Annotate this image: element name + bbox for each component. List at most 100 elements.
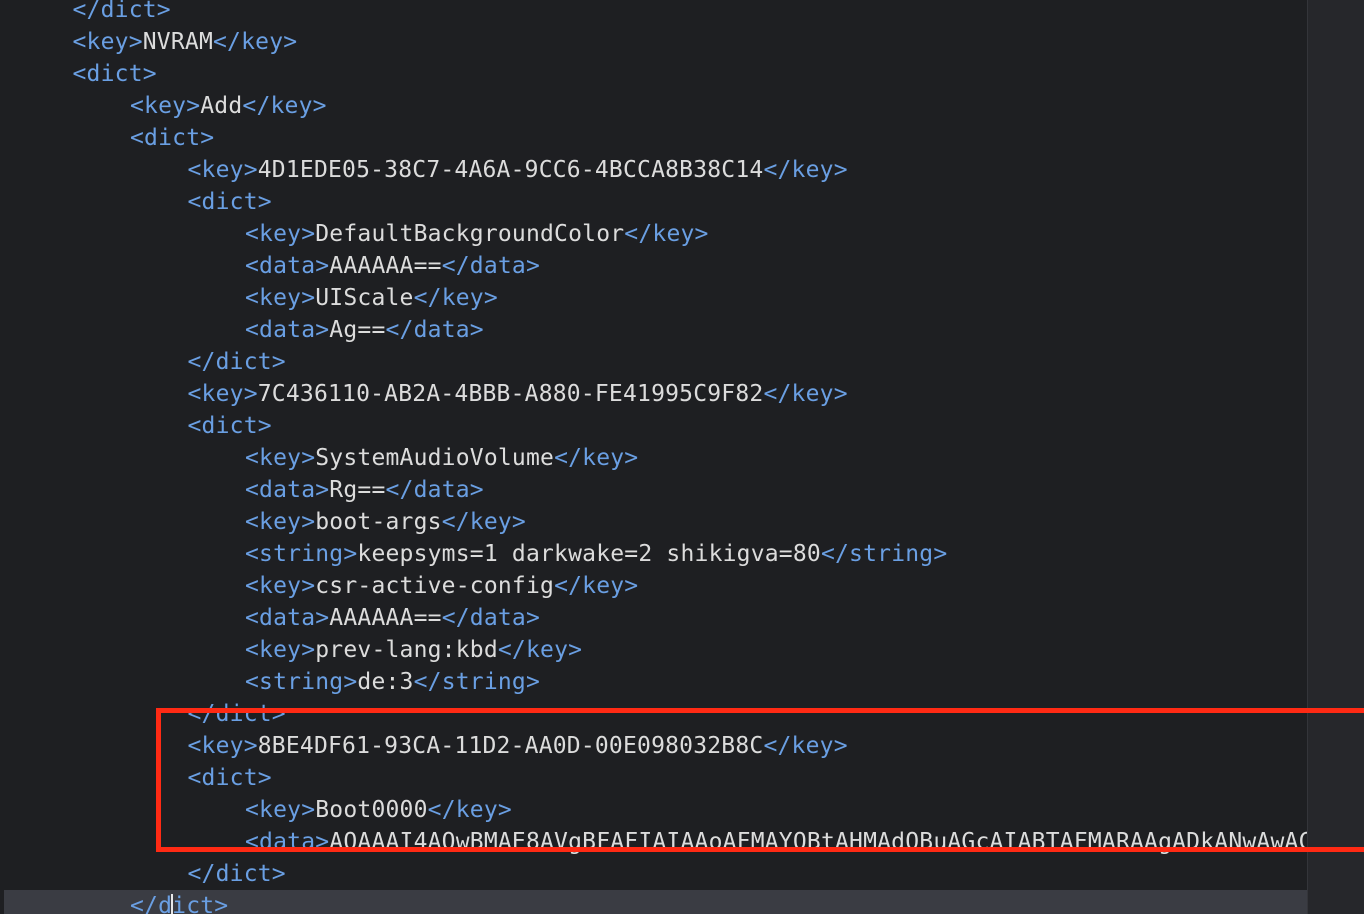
code-line-current[interactable]: </dict> xyxy=(4,890,1360,914)
line-text: <key>Add</key> xyxy=(0,90,327,122)
xml-tag-token: <dict> xyxy=(72,61,157,87)
code-line[interactable]: <key>UIScale</key> xyxy=(0,282,1364,314)
xml-tag-token: <key> xyxy=(130,93,201,119)
xml-value-token: 8BE4DF61-93CA-11D2-AA0D-00E098032B8C xyxy=(257,733,764,759)
xml-tag-token: <key> xyxy=(245,797,316,823)
xml-tag-token: <data> xyxy=(245,253,330,279)
code-line[interactable]: <key>SystemAudioVolume</key> xyxy=(0,442,1364,474)
code-line[interactable]: <data>AQAAAI4AQwBMAE8AVgBFAFIAIAAoAFMAYQ… xyxy=(0,826,1364,858)
line-text: <dict> xyxy=(0,122,214,154)
xml-tag-token: <key> xyxy=(187,381,258,407)
code-line[interactable]: <dict> xyxy=(0,58,1364,90)
code-line[interactable]: </dict> xyxy=(0,0,1364,26)
code-lines[interactable]: </dict> <key>NVRAM</key> <dict> <key>Add</k… xyxy=(0,0,1364,914)
xml-tag-token: <key> xyxy=(245,285,316,311)
xml-tag-token: <data> xyxy=(245,829,330,855)
code-line[interactable]: </dict> xyxy=(0,346,1364,378)
xml-value-token: prev-lang:kbd xyxy=(315,637,498,663)
code-line[interactable]: </dict> xyxy=(0,858,1364,890)
xml-value-token: Boot0000 xyxy=(315,797,428,823)
code-line[interactable]: <key>Add</key> xyxy=(0,90,1364,122)
xml-value-token: Ag== xyxy=(329,317,386,343)
code-line[interactable]: <dict> xyxy=(0,762,1364,794)
code-line[interactable]: <dict> xyxy=(0,122,1364,154)
code-line[interactable]: <key>8BE4DF61-93CA-11D2-AA0D-00E098032B8… xyxy=(0,730,1364,762)
xml-tag-token: </dict> xyxy=(187,349,286,375)
line-text: <dict> xyxy=(0,410,272,442)
xml-value-token: DefaultBackgroundColor xyxy=(315,221,625,247)
code-line[interactable]: <key>4D1EDE05-38C7-4A6A-9CC6-4BCCA8B38C1… xyxy=(0,154,1364,186)
xml-value-token: Rg== xyxy=(329,477,386,503)
xml-tag-token: <string> xyxy=(245,541,358,567)
code-line[interactable]: <data>AAAAAA==</data> xyxy=(0,602,1364,634)
xml-value-token: 4D1EDE05-38C7-4A6A-9CC6-4BCCA8B38C14 xyxy=(257,157,764,183)
line-text: <key>prev-lang:kbd</key> xyxy=(0,634,582,666)
xml-tag-token: <data> xyxy=(245,605,330,631)
code-line[interactable]: <string>de:3</string> xyxy=(0,666,1364,698)
xml-tag-token: <key> xyxy=(187,733,258,759)
xml-tag-token: </key> xyxy=(624,221,709,247)
xml-value-token: Add xyxy=(200,93,243,119)
xml-tag-token: </key> xyxy=(242,93,327,119)
line-text: <dict> xyxy=(0,58,157,90)
xml-tag-token: </key> xyxy=(427,797,512,823)
line-text: <key>UIScale</key> xyxy=(0,282,498,314)
code-line[interactable]: <key>Boot0000</key> xyxy=(0,794,1364,826)
xml-tag-token: </string> xyxy=(413,669,541,695)
code-line[interactable]: <key>7C436110-AB2A-4BBB-A880-FE41995C9F8… xyxy=(0,378,1364,410)
code-editor[interactable]: </dict> <key>NVRAM</key> <dict> <key>Add</k… xyxy=(0,0,1364,914)
xml-tag-token: <key> xyxy=(245,509,316,535)
xml-value-token: AQAAAI4AQwBMAE8AVgBFAFIAIAAoAFMAYQBtAHMA… xyxy=(329,829,1341,855)
line-text: <key>csr-active-config</key> xyxy=(0,570,638,602)
code-line[interactable]: <key>csr-active-config</key> xyxy=(0,570,1364,602)
xml-value-token: AAAAAA== xyxy=(329,605,442,631)
line-text: </dict> xyxy=(0,890,228,914)
xml-tag-token: <key> xyxy=(245,573,316,599)
xml-tag-token: </dict> xyxy=(187,861,286,887)
code-line[interactable]: <key>NVRAM</key> xyxy=(0,26,1364,58)
xml-tag-token: </key> xyxy=(763,157,848,183)
xml-tag-token: <key> xyxy=(245,637,316,663)
code-line[interactable]: <key>boot-args</key> xyxy=(0,506,1364,538)
code-line[interactable]: <data>AAAAAA==</data> xyxy=(0,250,1364,282)
line-text: <key>4D1EDE05-38C7-4A6A-9CC6-4BCCA8B38C1… xyxy=(0,154,848,186)
code-line[interactable]: <data>Ag==</data> xyxy=(0,314,1364,346)
xml-tag-token: <dict> xyxy=(187,189,272,215)
xml-tag-token: <dict> xyxy=(130,125,215,151)
xml-tag-token: </data> xyxy=(385,477,484,503)
xml-tag-token: <data> xyxy=(245,477,330,503)
xml-value-token: AAAAAA== xyxy=(329,253,442,279)
xml-tag-token: <dict> xyxy=(187,413,272,439)
line-text: <key>NVRAM</key> xyxy=(0,26,298,58)
xml-tag-token: <string> xyxy=(245,669,358,695)
code-line[interactable]: <key>prev-lang:kbd</key> xyxy=(0,634,1364,666)
code-line[interactable]: <key>DefaultBackgroundColor</key> xyxy=(0,218,1364,250)
line-text: </dict> xyxy=(0,0,171,26)
xml-tag-token: </data> xyxy=(441,605,541,631)
code-line[interactable]: <dict> xyxy=(0,410,1364,442)
code-line[interactable]: </dict> xyxy=(0,698,1364,730)
code-line[interactable]: <dict> xyxy=(0,186,1364,218)
line-text: <string>de:3</string> xyxy=(0,666,540,698)
xml-tag-token: <key> xyxy=(72,29,143,55)
line-text: <data>AQAAAI4AQwBMAE8AVgBFAFIAIAAoAFMAYQ… xyxy=(0,826,1341,858)
code-line[interactable]: <string>keepsyms=1 darkwake=2 shikigva=8… xyxy=(0,538,1364,570)
line-text: <data>Ag==</data> xyxy=(0,314,484,346)
xml-value-token: boot-args xyxy=(315,509,442,535)
xml-tag-token: <key> xyxy=(245,221,316,247)
xml-value-token: csr-active-config xyxy=(315,573,555,599)
xml-tag-token: </key> xyxy=(497,637,583,663)
code-line[interactable]: <data>Rg==</data> xyxy=(0,474,1364,506)
xml-tag-token: </dict> xyxy=(187,701,286,727)
line-text: <data>AAAAAA==</data> xyxy=(0,602,540,634)
xml-value-token: keepsyms=1 darkwake=2 shikigva=80 xyxy=(357,541,821,567)
minimap[interactable] xyxy=(1307,0,1364,914)
xml-tag-token: </data> xyxy=(441,253,541,279)
xml-tag-token: </key> xyxy=(763,733,848,759)
xml-tag-token: </key> xyxy=(213,29,298,55)
line-text: <key>Boot0000</key> xyxy=(0,794,512,826)
line-text: <key>8BE4DF61-93CA-11D2-AA0D-00E098032B8… xyxy=(0,730,848,762)
xml-tag-token: </key> xyxy=(554,573,639,599)
xml-tag-token: <key> xyxy=(245,445,316,471)
xml-tag-token: </key> xyxy=(554,445,639,471)
